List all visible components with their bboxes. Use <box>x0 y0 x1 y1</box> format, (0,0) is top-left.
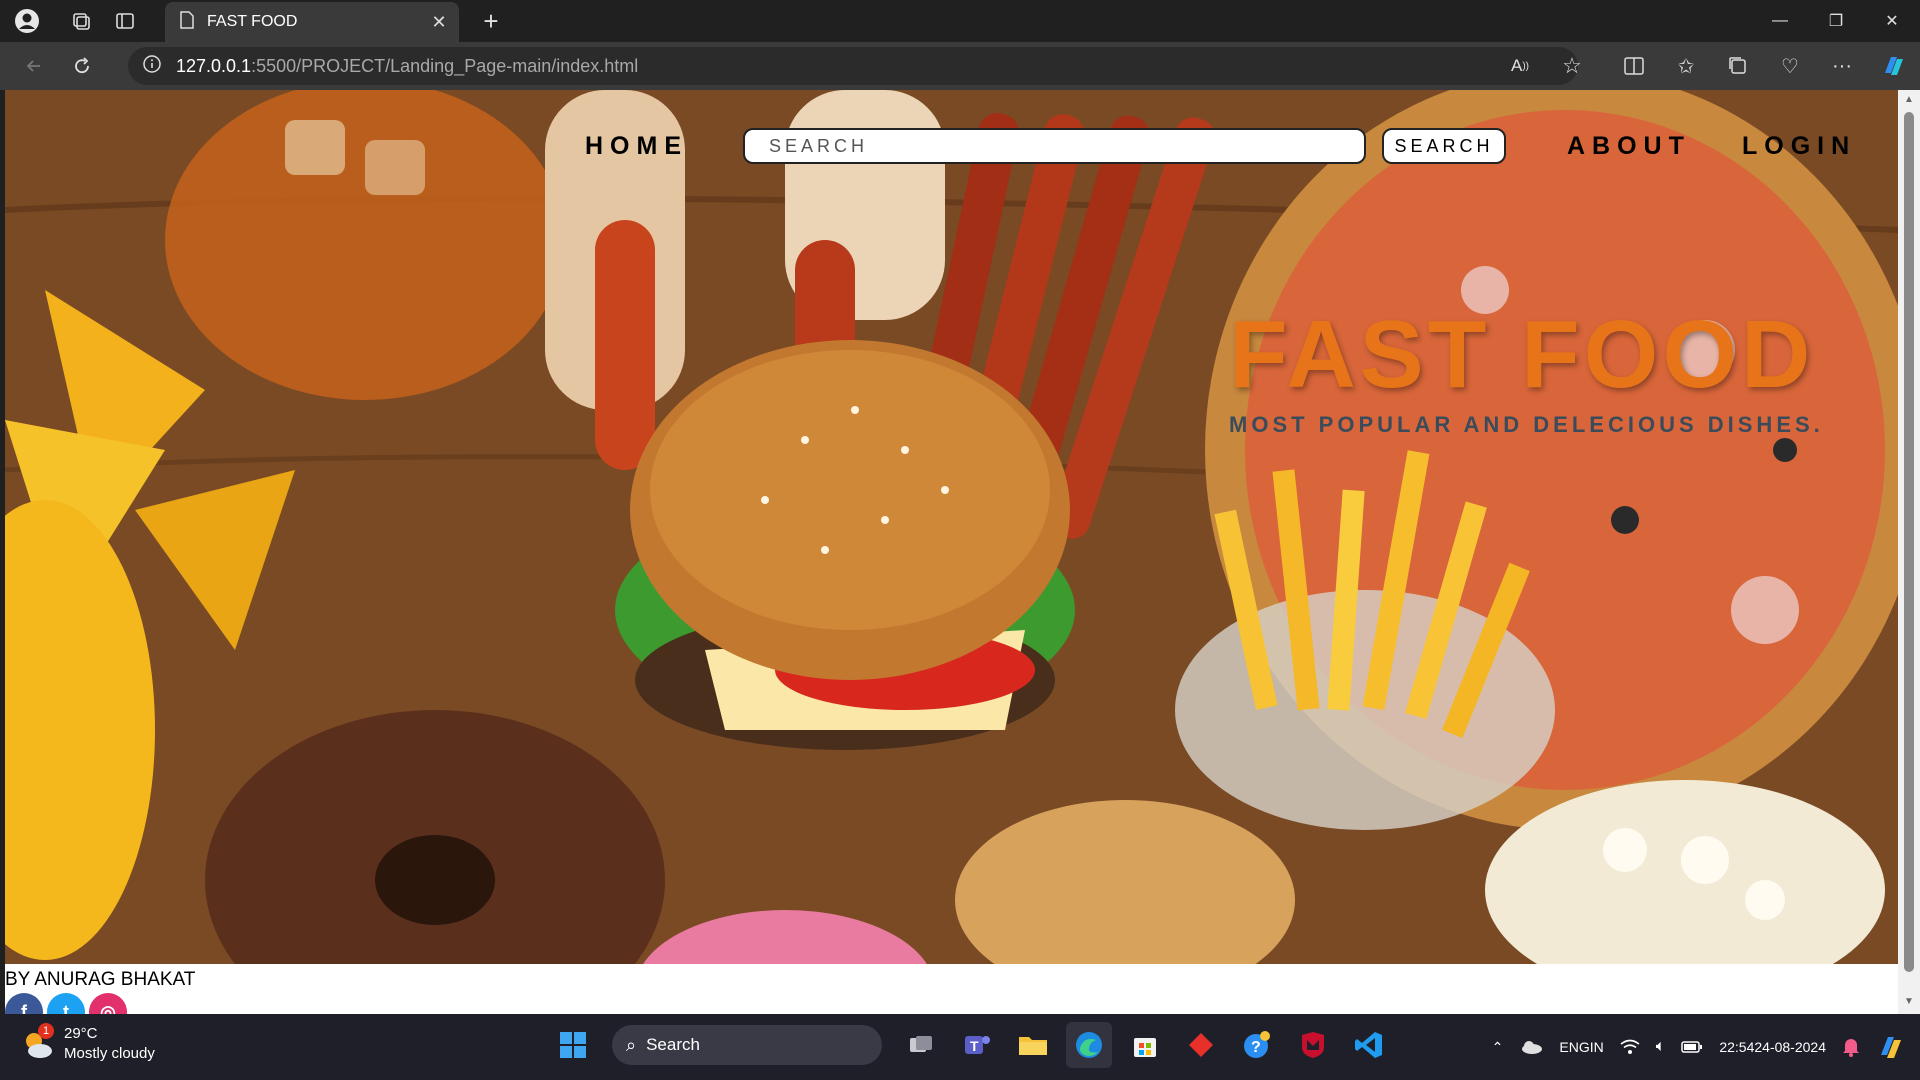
teams-icon[interactable]: T <box>954 1022 1000 1068</box>
get-help-icon[interactable]: ? <box>1234 1022 1280 1068</box>
author-credit: BY ANURAG BHAKAT <box>5 969 196 990</box>
onedrive-cloud-icon[interactable] <box>1519 1039 1543 1055</box>
search-button[interactable]: SEARCH <box>1382 128 1506 164</box>
collections-icon[interactable] <box>1712 42 1764 90</box>
diamond-app-icon[interactable] <box>1178 1022 1224 1068</box>
scroll-down-icon[interactable]: ▼ <box>1903 996 1915 1008</box>
page-icon <box>179 10 195 34</box>
url-text: 127.0.0.1:5500/PROJECT/Landing_Page-main… <box>176 56 638 77</box>
top-navigation: HOME SEARCH ABOUT LOGIN <box>5 128 1898 168</box>
taskbar-search-box[interactable]: ⌕ Search <box>612 1025 882 1065</box>
back-icon[interactable] <box>14 46 54 86</box>
minimize-icon[interactable]: — <box>1752 0 1808 42</box>
vs-code-icon[interactable] <box>1346 1022 1392 1068</box>
page-viewport: HOME SEARCH ABOUT LOGIN FAST FOOD MOST P… <box>5 90 1898 1014</box>
hero-title: FAST FOOD <box>1229 301 1815 408</box>
favorites-icon[interactable]: ✩ <box>1660 42 1712 90</box>
favorite-star-icon[interactable]: ☆ <box>1546 42 1598 90</box>
notification-bell-icon[interactable] <box>1842 1037 1860 1057</box>
cloudy-weather-icon: 1 <box>20 1023 54 1061</box>
tab-actions-icon[interactable] <box>108 4 142 38</box>
region-code: IN <box>1589 1039 1604 1055</box>
system-clock[interactable]: 22:54 24-08-2024 <box>1719 1038 1826 1056</box>
clock-time: 22:54 <box>1719 1039 1755 1055</box>
windows-taskbar: 1 29°C Mostly cloudy ⌕ Search T ? ⌃ ENG … <box>0 1014 1920 1080</box>
wifi-icon[interactable] <box>1620 1039 1640 1055</box>
site-info-icon[interactable] <box>142 54 162 79</box>
hero-food-image: HOME SEARCH ABOUT LOGIN FAST FOOD MOST P… <box>5 90 1898 964</box>
scroll-thumb[interactable] <box>1904 112 1914 972</box>
windows-start-icon[interactable] <box>550 1022 596 1068</box>
nav-home-link[interactable]: HOME <box>585 132 688 161</box>
volume-icon[interactable]: 🔈︎ <box>1656 1038 1666 1056</box>
hero-subtitle: MOST POPULAR AND DELECIOUS DISHES. <box>1229 412 1824 437</box>
mcafee-icon[interactable] <box>1290 1022 1336 1068</box>
weather-temperature: 29°C <box>64 1025 98 1042</box>
page-scrollbar[interactable]: ▲ ▼ <box>1898 90 1920 1014</box>
instagram-icon[interactable]: ◎ <box>89 993 127 1014</box>
browser-title-bar: FAST FOOD ✕ + — ❐ ✕ <box>0 0 1920 42</box>
search-input[interactable] <box>743 128 1366 164</box>
twitter-icon[interactable]: t <box>47 993 85 1014</box>
weather-description: Mostly cloudy <box>64 1045 155 1062</box>
food-background-illustration <box>5 90 1898 964</box>
battery-icon[interactable] <box>1681 1040 1703 1054</box>
weather-widget[interactable]: 1 29°C Mostly cloudy <box>20 1023 155 1064</box>
url-field[interactable]: 127.0.0.1:5500/PROJECT/Landing_Page-main… <box>128 47 1578 85</box>
taskbar-search-label: Search <box>646 1035 700 1054</box>
edge-browser-icon[interactable] <box>1066 1022 1112 1068</box>
window-close-icon[interactable]: ✕ <box>1864 0 1920 42</box>
close-tab-icon[interactable]: ✕ <box>425 8 453 36</box>
facebook-icon[interactable]: f <box>5 993 43 1014</box>
tab-fast-food[interactable]: FAST FOOD ✕ <box>165 2 459 42</box>
read-aloud-icon[interactable]: A)) <box>1494 42 1546 90</box>
language-code: ENG <box>1559 1039 1590 1055</box>
tab-title: FAST FOOD <box>207 13 298 30</box>
task-view-icon[interactable] <box>898 1022 944 1068</box>
browser-essentials-icon[interactable]: ♡ <box>1764 42 1816 90</box>
profile-icon[interactable] <box>10 4 44 38</box>
copilot-taskbar-icon[interactable] <box>1876 1032 1906 1062</box>
clock-date: 24-08-2024 <box>1754 1039 1826 1055</box>
nav-login-link[interactable]: LOGIN <box>1742 132 1856 161</box>
copilot-icon[interactable] <box>1868 42 1920 90</box>
svg-text:T: T <box>970 1038 979 1054</box>
microsoft-store-icon[interactable] <box>1122 1022 1168 1068</box>
url-host: 127.0.0.1 <box>176 55 252 76</box>
url-path: :5500/PROJECT/Landing_Page-main/index.ht… <box>251 55 639 76</box>
restore-icon[interactable]: ❐ <box>1808 0 1864 42</box>
scroll-up-icon[interactable]: ▲ <box>1903 94 1915 106</box>
address-bar: 127.0.0.1:5500/PROJECT/Landing_Page-main… <box>0 42 1920 90</box>
workspaces-icon[interactable] <box>64 4 98 38</box>
show-hidden-icons-chevron-icon[interactable]: ⌃ <box>1492 1039 1504 1056</box>
svg-text:?: ? <box>1251 1039 1261 1056</box>
split-screen-icon[interactable] <box>1608 42 1660 90</box>
nav-about-link[interactable]: ABOUT <box>1567 132 1691 161</box>
refresh-icon[interactable] <box>62 46 102 86</box>
search-icon: ⌕ <box>626 1034 637 1055</box>
more-options-icon[interactable]: ··· <box>1816 42 1868 90</box>
file-explorer-icon[interactable] <box>1010 1022 1056 1068</box>
weather-alert-badge: 1 <box>38 1023 54 1039</box>
language-indicator[interactable]: ENG IN <box>1559 1038 1603 1056</box>
new-tab-button[interactable]: + <box>476 6 506 36</box>
